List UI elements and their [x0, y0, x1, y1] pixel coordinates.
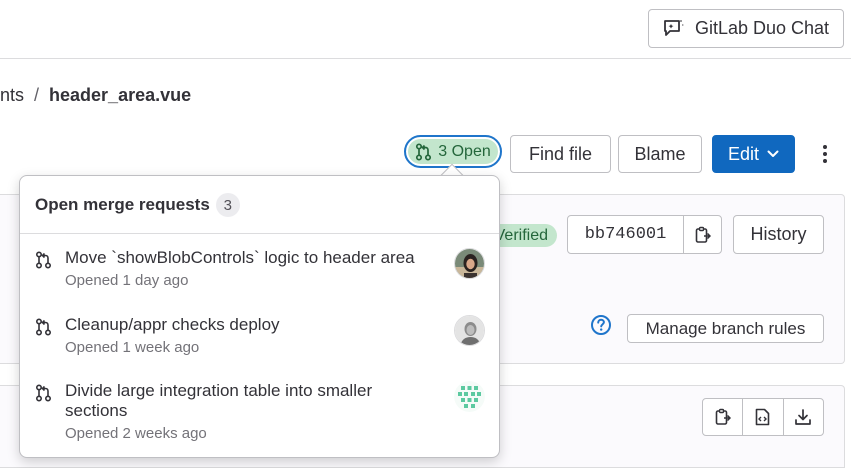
popover-divider	[20, 233, 499, 234]
file-actions-group	[702, 398, 824, 436]
copy-file-contents-button[interactable]	[703, 399, 744, 435]
author-avatar	[454, 381, 485, 412]
merge-request-opened-time: Opened 2 weeks ago	[65, 425, 207, 442]
chevron-down-icon	[767, 150, 779, 157]
open-merge-requests-popover: Open merge requests 3 Move `showBlobCont…	[19, 175, 500, 458]
merge-request-opened-time: Opened 1 week ago	[65, 339, 200, 356]
breadcrumb: nts / header_area.vue	[0, 84, 191, 106]
ellipsis-v-icon	[823, 145, 827, 149]
commit-sha[interactable]: bb746001	[568, 216, 684, 253]
merge-request-title: Cleanup/appr checks deploy	[65, 315, 280, 334]
edit-dropdown-button[interactable]: Edit	[712, 135, 795, 173]
author-avatar	[454, 315, 485, 346]
merge-request-item[interactable]: Move `showBlobControls` logic to header …	[20, 248, 499, 294]
popover-header: Open merge requests 3	[35, 193, 240, 217]
breadcrumb-parent[interactable]: nts	[0, 85, 24, 106]
breadcrumb-separator: /	[34, 84, 40, 105]
copy-sha-button[interactable]	[684, 216, 721, 253]
merge-request-title: Divide large integration table into smal…	[65, 381, 373, 420]
merge-request-title: Move `showBlobControls` logic to header …	[65, 248, 415, 267]
merge-request-item[interactable]: Divide large integration table into smal…	[20, 381, 499, 447]
document-code-icon	[756, 408, 770, 426]
edit-label: Edit	[727, 143, 760, 164]
popover-count-badge: 3	[215, 193, 240, 217]
blame-button[interactable]: Blame	[618, 135, 702, 173]
manage-branch-rules-button[interactable]: Manage branch rules	[627, 314, 824, 343]
merge-request-icon	[35, 318, 52, 336]
commit-sha-group: bb746001	[567, 215, 722, 254]
open-raw-button[interactable]	[743, 399, 784, 435]
open-merge-requests-label: 3 Open	[438, 142, 491, 160]
duo-chat-icon	[664, 19, 684, 36]
merge-request-icon	[35, 251, 52, 269]
merge-request-icon	[416, 142, 432, 161]
merge-request-opened-time: Opened 1 day ago	[65, 272, 189, 289]
merge-request-icon	[35, 384, 52, 402]
breadcrumb-current-file: header_area.vue	[49, 84, 192, 105]
gitlab-duo-chat-button[interactable]: GitLab Duo Chat	[648, 9, 844, 48]
popover-title: Open merge requests	[35, 195, 210, 214]
gitlab-duo-chat-label: GitLab Duo Chat	[694, 18, 830, 38]
more-actions-button[interactable]	[812, 140, 838, 168]
download-button[interactable]	[784, 399, 823, 435]
copy-icon	[715, 408, 731, 425]
download-icon	[795, 409, 812, 425]
find-file-button[interactable]: Find file	[510, 135, 611, 173]
copy-icon	[695, 226, 711, 243]
history-button[interactable]: History	[733, 215, 824, 254]
open-merge-requests-badge[interactable]: 3 Open	[404, 135, 502, 168]
merge-request-item[interactable]: Cleanup/appr checks deploy Opened 1 week…	[20, 315, 499, 361]
question-circle-icon[interactable]	[590, 314, 612, 336]
header-divider	[0, 58, 851, 59]
author-avatar	[454, 248, 485, 279]
